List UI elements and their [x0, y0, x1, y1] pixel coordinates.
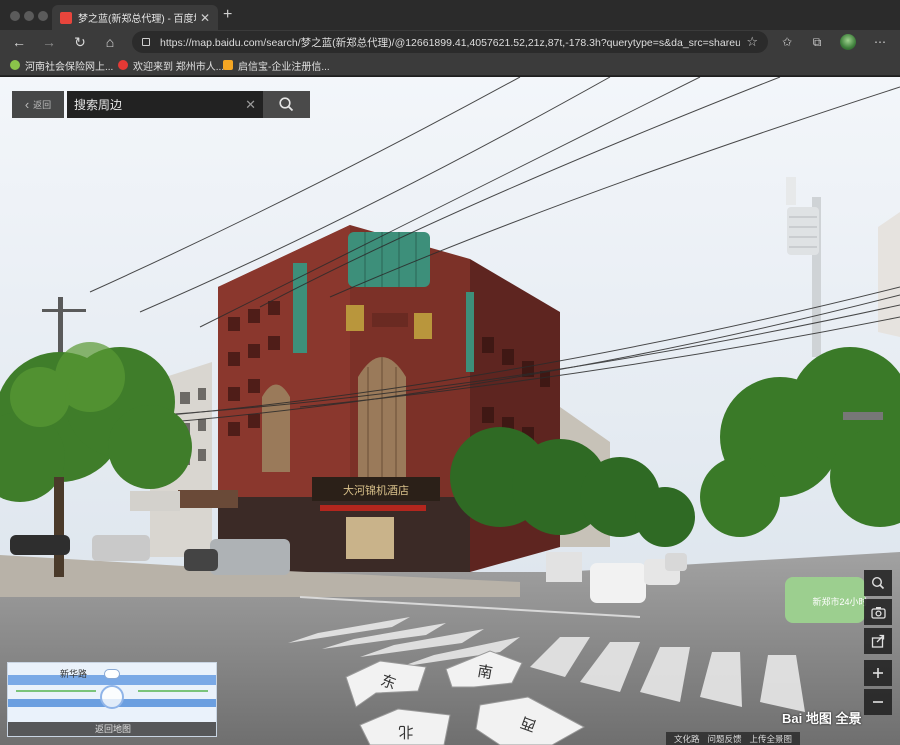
share-button[interactable]	[864, 628, 892, 654]
profile-avatar[interactable]	[840, 34, 856, 50]
upload-panorama-link[interactable]: 上传全景图	[750, 733, 793, 745]
tab-close-icon[interactable]: ✕	[200, 11, 210, 25]
arrow-east[interactable]: 东	[345, 660, 427, 708]
screenshot-button[interactable]	[864, 599, 892, 625]
car-side-text: 新郑市24小时	[812, 596, 867, 607]
street-view-panorama[interactable]: 大河锦机酒店 新郑市24小时 东 南 北 西 ‹ 返回 搜索周边 ✕ 新华路 返…	[0, 77, 900, 745]
panorama-scene: 大河锦机酒店 新郑市24小时	[0, 77, 900, 745]
search-nearby-input[interactable]	[74, 95, 246, 114]
arrow-north-label: 北	[398, 723, 413, 741]
window-maximize-button[interactable]	[38, 11, 48, 21]
new-tab-button[interactable]: +	[223, 6, 232, 24]
bookmark-item[interactable]: 欢迎来到 郑州市人...	[118, 58, 224, 73]
footer-links: 文化路 问题反馈 上传全景图	[666, 732, 801, 745]
arrow-west[interactable]: 西	[475, 696, 586, 745]
search-tool-button[interactable]	[864, 570, 892, 596]
minimap-street-label: 新华路	[60, 669, 88, 679]
bookmark-item[interactable]: 河南社会保险网上...	[10, 58, 113, 73]
chevron-left-icon: ‹	[24, 97, 30, 112]
minus-icon	[873, 701, 883, 703]
location-marker-icon	[104, 669, 120, 679]
return-to-map-button[interactable]: 返回地图	[8, 722, 216, 736]
arrow-south[interactable]: 南	[445, 650, 523, 688]
plus-icon	[873, 668, 883, 678]
search-icon	[871, 576, 885, 590]
share-icon	[871, 634, 885, 648]
browser-tabbar: 梦之蓝(新郑总代理) - 百度地图 ✕ +	[0, 0, 900, 30]
viewpoint-marker-icon	[100, 685, 124, 709]
camera-icon	[870, 606, 886, 619]
collections-icon[interactable]: ⧉	[809, 34, 825, 50]
side-toolbar	[864, 570, 892, 718]
emblem-icon	[118, 60, 128, 70]
arrow-south-label: 南	[476, 662, 494, 682]
address-bar[interactable]: https://map.baidu.com/search/梦之蓝(新郑总代理)/…	[132, 31, 768, 53]
street-view-search: ‹ 返回 ✕	[12, 91, 310, 118]
bookmarks-bar: 河南社会保险网上... 欢迎来到 郑州市人... 启信宝-企业注册信...	[0, 54, 900, 76]
zoom-in-button[interactable]	[864, 660, 892, 686]
url-text: https://map.baidu.com/search/梦之蓝(新郑总代理)/…	[160, 36, 741, 49]
favorites-list-icon[interactable]: ✩	[779, 34, 795, 50]
baidu-map-favicon-icon	[60, 11, 72, 24]
browser-tab[interactable]: 梦之蓝(新郑总代理) - 百度地图 ✕	[52, 5, 218, 30]
search-icon	[279, 97, 294, 112]
search-box: ✕	[67, 91, 263, 118]
more-menu-icon[interactable]: ⋯	[872, 34, 888, 50]
shield-icon	[223, 60, 233, 70]
navigation-arrows: 东 南 北 西	[345, 650, 586, 745]
mini-map[interactable]: 新华路 返回地图	[7, 662, 217, 737]
browser-toolbar: ← → ↻ ⌂ https://map.baidu.com/search/梦之蓝…	[0, 30, 900, 54]
building-signboard: 大河锦机酒店	[343, 483, 409, 497]
search-button[interactable]	[263, 91, 310, 118]
leaf-icon	[10, 60, 20, 70]
zoom-out-button[interactable]	[864, 689, 892, 715]
road-name-label: 文化路	[674, 733, 700, 744]
forward-arrow-icon[interactable]: →	[40, 33, 58, 51]
window-close-button[interactable]	[10, 11, 20, 21]
bookmark-item[interactable]: 启信宝-企业注册信...	[223, 58, 330, 73]
clear-icon[interactable]: ✕	[245, 97, 256, 113]
arrow-north[interactable]: 北	[359, 708, 451, 745]
lock-icon	[142, 38, 150, 46]
feedback-link[interactable]: 问题反馈	[708, 733, 742, 745]
home-icon[interactable]: ⌂	[101, 33, 119, 51]
reload-icon[interactable]: ↻	[71, 33, 89, 51]
back-button[interactable]: ‹ 返回	[12, 91, 64, 118]
back-arrow-icon[interactable]: ←	[10, 33, 28, 51]
tab-title: 梦之蓝(新郑总代理) - 百度地图	[78, 14, 196, 25]
favorite-star-icon[interactable]: ☆	[746, 34, 758, 50]
window-minimize-button[interactable]	[24, 11, 34, 21]
baidu-map-logo: Bai 地图 全景	[782, 711, 862, 726]
